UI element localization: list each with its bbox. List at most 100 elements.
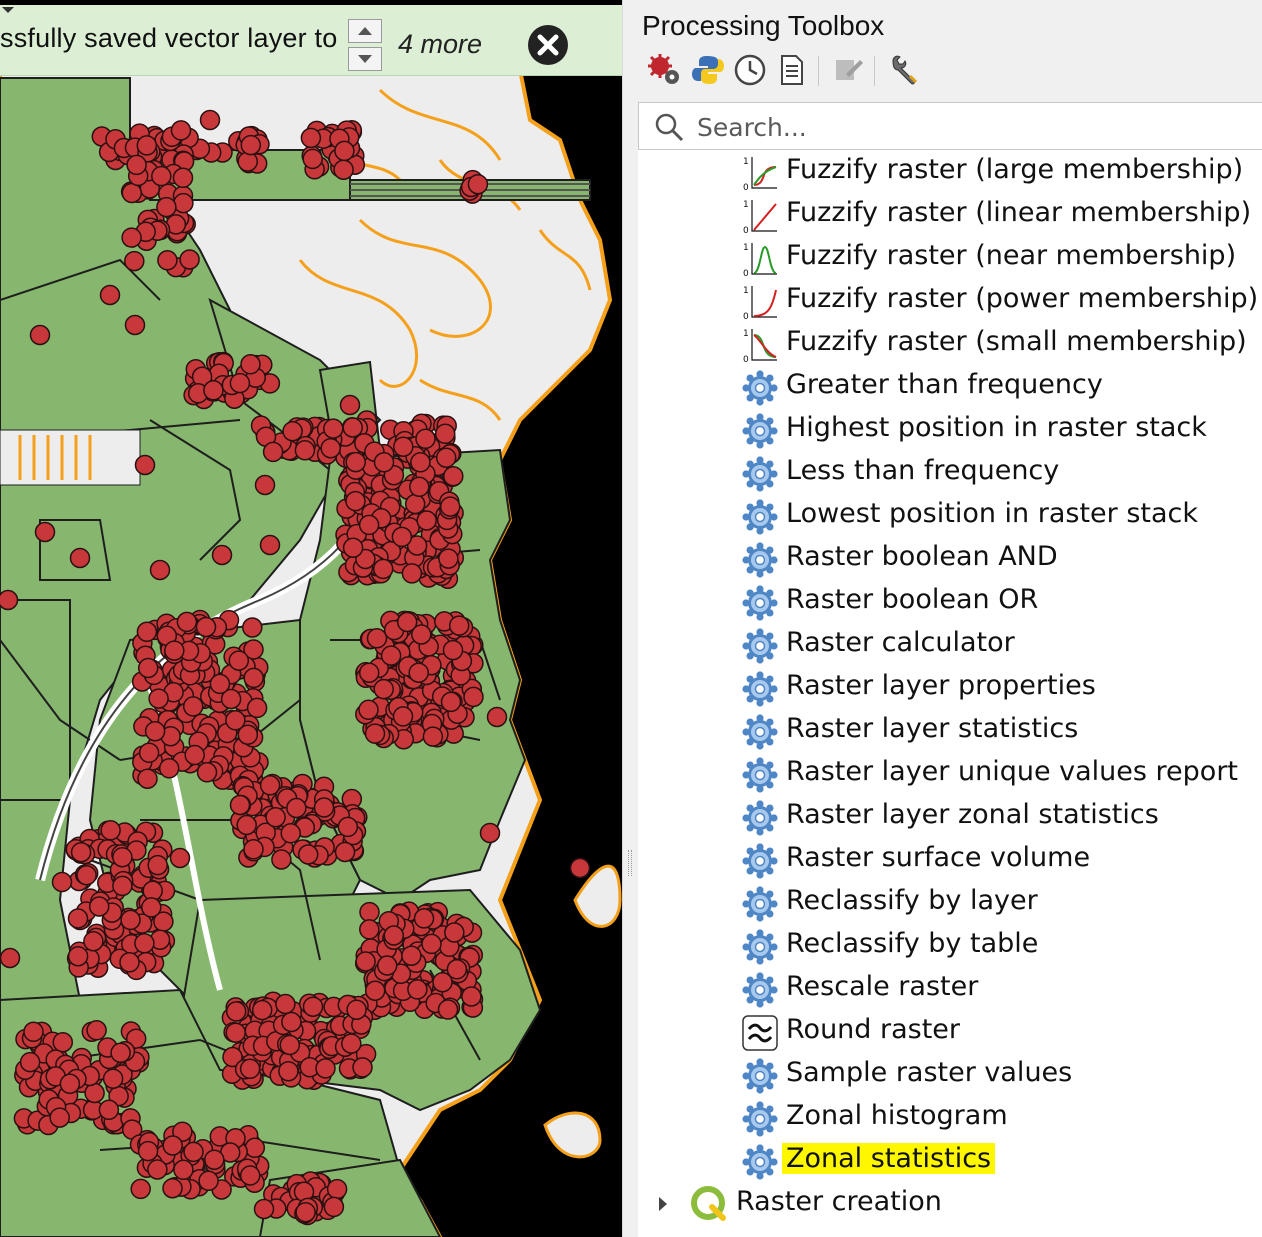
svg-text:0: 0 bbox=[743, 312, 749, 320]
more-messages-label: 4 more bbox=[398, 29, 483, 59]
search-input[interactable] bbox=[695, 109, 1259, 145]
algorithm-item[interactable]: 1 0 Fuzzify raster (small membership) bbox=[638, 323, 1262, 366]
point-feature bbox=[158, 758, 180, 779]
svg-text:1: 1 bbox=[743, 286, 749, 296]
search-box[interactable] bbox=[638, 102, 1262, 150]
point-feature bbox=[137, 1140, 159, 1162]
algorithm-item[interactable]: Reclassify by layer bbox=[638, 882, 1262, 925]
point-feature bbox=[204, 1149, 225, 1170]
algorithm-item[interactable]: Round raster bbox=[638, 1011, 1262, 1054]
point-feature bbox=[229, 372, 251, 394]
gear-icon bbox=[742, 843, 778, 879]
algorithm-item[interactable]: Raster surface volume bbox=[638, 839, 1262, 882]
models-button[interactable] bbox=[646, 52, 682, 88]
algorithm-item[interactable]: 1 0 Fuzzify raster (large membership) bbox=[638, 151, 1262, 194]
point-feature bbox=[49, 1107, 70, 1128]
algorithm-item[interactable]: Raster calculator bbox=[638, 624, 1262, 667]
point-feature bbox=[179, 249, 200, 270]
point-feature bbox=[467, 173, 489, 195]
algorithm-item[interactable]: Greater than frequency bbox=[638, 366, 1262, 409]
point-feature bbox=[437, 999, 459, 1020]
point-feature bbox=[70, 841, 92, 863]
point-feature bbox=[136, 135, 158, 156]
point-feature bbox=[411, 624, 432, 645]
algorithm-item[interactable]: 1 0 Fuzzify raster (power membership) bbox=[638, 280, 1262, 323]
point-feature bbox=[110, 1042, 131, 1064]
point-feature bbox=[295, 1201, 316, 1223]
algorithm-item[interactable]: Reclassify by table bbox=[638, 925, 1262, 968]
algorithm-item[interactable]: Less than frequency bbox=[638, 452, 1262, 495]
point-feature bbox=[259, 534, 281, 556]
svg-text:0: 0 bbox=[743, 269, 749, 277]
point-feature bbox=[236, 814, 257, 836]
algorithm-item[interactable]: 1 0 Fuzzify raster (near membership) bbox=[638, 237, 1262, 280]
algorithm-item[interactable]: Rescale raster bbox=[638, 968, 1262, 1011]
results-viewer-button[interactable] bbox=[774, 52, 810, 88]
algorithm-item[interactable]: Raster layer properties bbox=[638, 667, 1262, 710]
algorithm-item[interactable]: Raster layer unique values report bbox=[638, 753, 1262, 796]
point-feature bbox=[443, 465, 464, 487]
algorithm-label: Rescale raster bbox=[786, 971, 979, 1002]
algorithm-label: Reclassify by table bbox=[786, 928, 1039, 959]
algorithm-item[interactable]: Zonal statistics bbox=[638, 1140, 1262, 1183]
point-feature bbox=[339, 394, 361, 416]
point-feature bbox=[184, 744, 205, 766]
close-icon bbox=[537, 34, 559, 56]
point-feature bbox=[225, 1022, 246, 1043]
splitter-grip[interactable] bbox=[628, 850, 632, 876]
previous-message-button[interactable] bbox=[348, 19, 382, 43]
group-item-raster-creation[interactable]: Raster creation bbox=[638, 1183, 1262, 1226]
algorithm-item[interactable]: Sample raster values bbox=[638, 1054, 1262, 1097]
chevron-down-icon[interactable] bbox=[0, 5, 16, 15]
options-button[interactable] bbox=[886, 52, 922, 88]
algorithm-item[interactable]: Highest position in raster stack bbox=[638, 409, 1262, 452]
algorithm-label: Raster surface volume bbox=[786, 842, 1091, 873]
point-feature bbox=[69, 547, 91, 569]
point-feature bbox=[198, 1170, 219, 1192]
point-feature bbox=[569, 857, 591, 879]
point-feature bbox=[19, 1051, 41, 1073]
algorithm-item[interactable]: Lowest position in raster stack bbox=[638, 495, 1262, 538]
fuzzify-near-icon: 1 0 bbox=[742, 241, 778, 279]
next-message-button[interactable] bbox=[348, 47, 382, 71]
models-icon bbox=[648, 54, 679, 84]
point-feature bbox=[313, 797, 335, 818]
gear-icon bbox=[742, 1101, 778, 1137]
point-feature bbox=[401, 563, 423, 584]
algorithm-label: Raster layer unique values report bbox=[786, 756, 1239, 787]
point-feature bbox=[444, 922, 465, 943]
point-feature bbox=[342, 417, 363, 438]
point-feature bbox=[119, 952, 140, 973]
message-stepper[interactable] bbox=[348, 19, 384, 73]
point-feature bbox=[183, 1141, 204, 1163]
point-feature bbox=[242, 617, 263, 638]
point-feature bbox=[86, 1020, 107, 1041]
algorithm-item[interactable]: Raster boolean AND bbox=[638, 538, 1262, 581]
point-feature bbox=[243, 839, 264, 860]
algorithm-label: Greater than frequency bbox=[786, 369, 1103, 400]
point-feature bbox=[149, 559, 171, 581]
algorithm-item[interactable]: Raster layer zonal statistics bbox=[638, 796, 1262, 839]
close-message-button[interactable] bbox=[528, 25, 568, 65]
point-feature bbox=[422, 726, 444, 747]
gear-icon bbox=[742, 1144, 778, 1180]
point-feature bbox=[136, 621, 158, 643]
point-feature bbox=[358, 662, 380, 683]
edit-in-place-button[interactable] bbox=[830, 52, 866, 88]
algorithm-item[interactable]: Raster boolean OR bbox=[638, 581, 1262, 624]
point-feature bbox=[358, 699, 379, 721]
dock-splitter[interactable] bbox=[622, 0, 637, 1237]
point-feature bbox=[0, 947, 21, 969]
algorithm-label: Reclassify by layer bbox=[786, 885, 1038, 916]
expand-arrow-icon[interactable] bbox=[656, 1195, 670, 1213]
algorithm-item[interactable]: 1 0 Fuzzify raster (linear membership) bbox=[638, 194, 1262, 237]
group-label: Raster creation bbox=[736, 1186, 942, 1217]
algorithm-item[interactable]: Raster layer statistics bbox=[638, 710, 1262, 753]
python-button[interactable] bbox=[690, 52, 726, 88]
algorithm-item[interactable]: Zonal histogram bbox=[638, 1097, 1262, 1140]
fuzzify-small-icon: 1 0 bbox=[742, 327, 778, 365]
history-button[interactable] bbox=[732, 52, 768, 88]
gear-icon bbox=[742, 413, 778, 449]
map-canvas[interactable]: ssfully saved vector layer to 4 more bbox=[0, 0, 622, 1237]
toolbar-separator bbox=[874, 56, 875, 86]
